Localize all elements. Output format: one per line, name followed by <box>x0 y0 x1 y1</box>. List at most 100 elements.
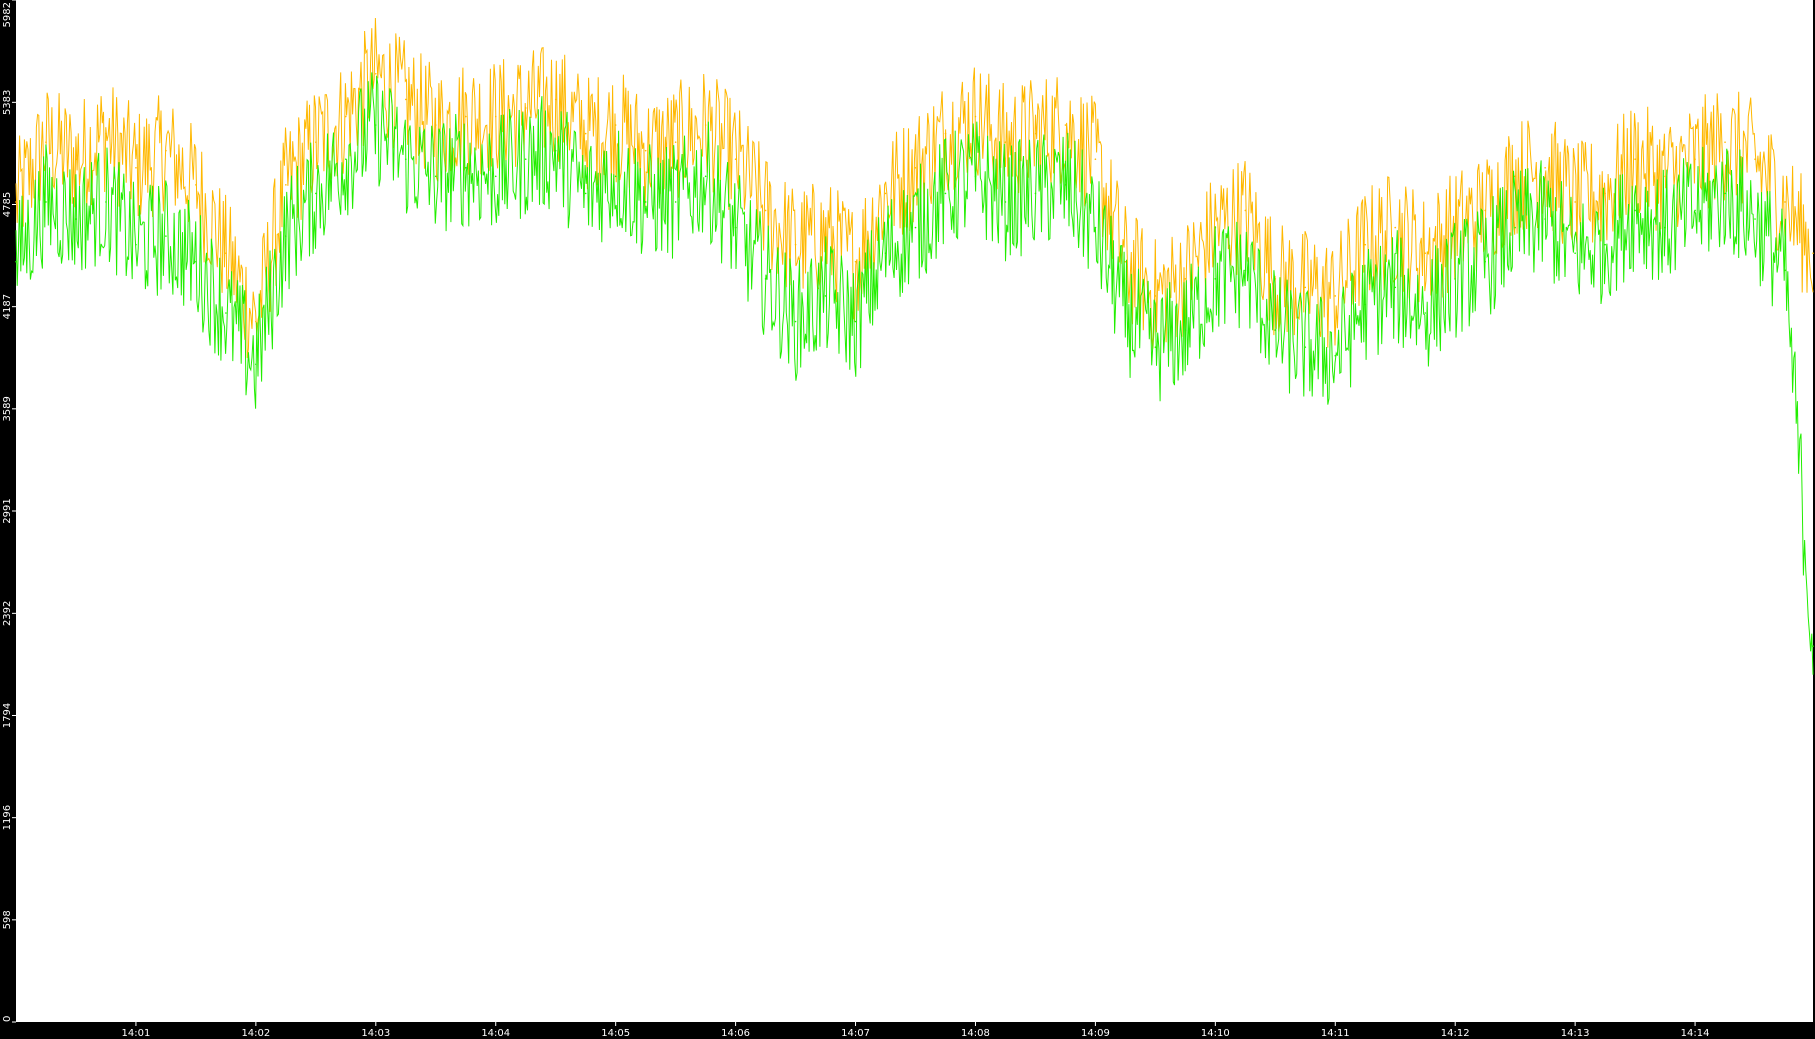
series-1-point <box>644 149 647 152</box>
series-1-point <box>494 115 497 118</box>
series-2-point <box>1004 201 1007 203</box>
series-2-point <box>1124 312 1127 314</box>
series-1-point <box>1094 158 1097 161</box>
series-2-point <box>1634 209 1636 212</box>
y-tick-label: 0 <box>2 1016 13 1022</box>
series-2-point <box>614 175 617 178</box>
series-1-point <box>1184 278 1187 280</box>
y-tick-label: 2991 <box>2 498 13 523</box>
series-1-point <box>704 124 707 126</box>
x-tick-label: 14:14 <box>1681 1028 1710 1039</box>
series-2-point <box>644 201 647 203</box>
series-1-point <box>345 115 347 118</box>
series-2-point <box>434 175 437 178</box>
series-1-point <box>434 124 437 126</box>
series-2-point <box>1304 346 1307 348</box>
y-tick-label: 4187 <box>2 294 13 319</box>
series-1-point <box>1034 132 1037 135</box>
series-1-point <box>1154 295 1157 297</box>
series-1-point <box>1544 166 1546 169</box>
series-2-point <box>404 158 407 161</box>
x-tick-label: 14:09 <box>1081 1028 1110 1039</box>
series-2-point <box>674 201 677 203</box>
y-tick-label: 4785 <box>2 192 13 217</box>
series-2-point <box>165 235 167 237</box>
series-1-point <box>1304 286 1307 289</box>
line-chart: 0 598 1196 1794 2392 2991 3589 4187 4785 5383 5982… <box>2 0 1814 1039</box>
y-axis: 0 598 1196 1794 2392 2991 3589 4187 4785 5383 5982 <box>2 0 16 1023</box>
series-2-point <box>764 278 767 280</box>
series-2-point <box>1334 354 1337 357</box>
series-2-point <box>195 260 197 263</box>
series-1-point <box>135 166 137 169</box>
series-2-point <box>15 260 17 263</box>
series-1-point <box>105 132 107 135</box>
series-1-point <box>1784 201 1786 203</box>
series-2-point <box>315 192 317 195</box>
series-1-point <box>1604 192 1606 195</box>
series-1-point <box>404 98 407 101</box>
series-2-point <box>1364 303 1367 306</box>
x-axis: 14:01 14:02 14:03 14:04 14:05 14:06 14:07 14:08… <box>122 1022 1710 1039</box>
y-tick-label: 5383 <box>2 90 13 115</box>
series-2-point <box>1424 312 1427 314</box>
series-2-point <box>135 243 137 246</box>
series-2-point <box>285 235 287 237</box>
series-2-point <box>1214 278 1217 280</box>
x-tick-label: 14:01 <box>122 1028 151 1039</box>
series-1-point <box>285 184 287 186</box>
series-1-point <box>884 192 887 195</box>
y-tick-label: 1196 <box>2 805 13 830</box>
series-1-point <box>1574 201 1576 203</box>
x-tick-label: 14:10 <box>1201 1028 1230 1039</box>
series-2-point <box>1544 218 1546 220</box>
x-tick-label: 14:03 <box>361 1028 390 1039</box>
series-2-point <box>794 320 797 323</box>
series-1-point <box>1244 209 1247 212</box>
y-tick-label: 3589 <box>2 396 13 421</box>
x-tick-label: 14:08 <box>961 1028 990 1039</box>
y-tick-label: 598 <box>2 910 13 929</box>
series-2-point <box>1154 346 1157 348</box>
series-1-point <box>1664 175 1666 178</box>
series-1-point <box>734 158 737 161</box>
series-2-point <box>1574 252 1576 254</box>
series-1-point <box>1334 295 1337 297</box>
x-tick-label: 14:13 <box>1561 1028 1590 1039</box>
series-1-point <box>974 115 977 118</box>
series-1-point <box>764 209 767 212</box>
series-2-point <box>105 201 107 203</box>
y-tick-label: 1794 <box>2 703 13 728</box>
series-1-point <box>75 158 77 161</box>
series-2-point <box>1754 218 1756 220</box>
x-tick-label: 14:06 <box>721 1028 750 1039</box>
series-2-point <box>1664 226 1666 229</box>
series-1-point <box>374 73 377 75</box>
series-2-point <box>554 149 557 152</box>
series-2-point <box>1784 269 1786 272</box>
series-2-point <box>944 192 947 195</box>
series-2-point <box>1812 645 1814 647</box>
series-2-point <box>584 192 587 195</box>
series-1-point <box>674 141 677 143</box>
x-tick-label: 14:12 <box>1441 1028 1470 1039</box>
series-2-point <box>345 158 347 161</box>
series-1-point <box>45 141 47 143</box>
series-1-point <box>1514 175 1516 178</box>
series-2-point <box>1394 286 1397 289</box>
series-1-point <box>195 184 197 186</box>
series-2-point <box>1694 209 1696 212</box>
series-1-point <box>914 166 917 169</box>
series-2-point <box>1604 243 1606 246</box>
series-1-point <box>1124 260 1127 263</box>
series-2-point <box>824 295 827 297</box>
series-2-point <box>704 175 707 178</box>
series-1-point <box>1484 209 1486 212</box>
series-1-point <box>794 243 797 246</box>
series-1-point <box>1394 226 1397 229</box>
series-1-point <box>524 107 527 109</box>
series-2-point <box>914 226 917 229</box>
series-2-point <box>1484 260 1486 263</box>
x-tick-label: 14:04 <box>481 1028 510 1039</box>
series-2-point <box>884 252 887 254</box>
